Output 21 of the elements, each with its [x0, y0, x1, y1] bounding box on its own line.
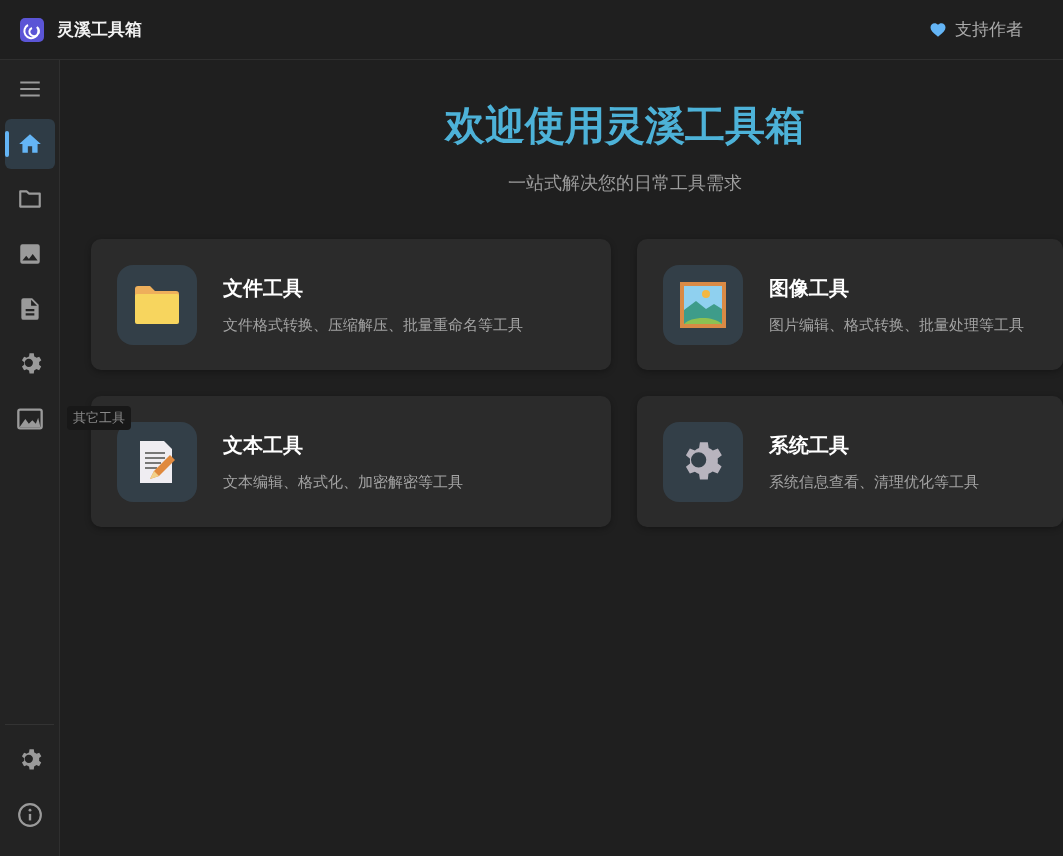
welcome-subtitle: 一站式解决您的日常工具需求	[506, 171, 743, 195]
welcome-heading: 欢迎使用灵溪工具箱	[443, 101, 806, 150]
support-author-button[interactable]: 支持作者	[925, 14, 1043, 45]
card-description: 文件格式转换、压缩解压、批量重命名等工具	[223, 315, 523, 335]
card-title: 文件工具	[223, 274, 304, 302]
folder-icon	[133, 284, 181, 325]
info-icon	[16, 802, 43, 828]
card-description: 图片编辑、格式转换、批量处理等工具	[769, 315, 1024, 335]
tool-card[interactable]: 图像工具 图片编辑、格式转换、批量处理等工具	[637, 239, 1063, 370]
sidebar-item[interactable]	[4, 119, 55, 169]
card-description: 文本编辑、格式化、加密解密等工具	[223, 472, 463, 492]
tool-card[interactable]: 系统工具 系统信息查看、清理优化等工具	[637, 396, 1063, 527]
card-description: 系统信息查看、清理优化等工具	[769, 472, 979, 492]
tool-card[interactable]: 文件工具 文件格式转换、压缩解压、批量重命名等工具	[91, 239, 611, 370]
card-title: 系统工具	[769, 431, 850, 459]
framed-landscape-icon	[680, 281, 726, 328]
card-title: 图像工具	[769, 274, 850, 302]
card-title: 文本工具	[223, 431, 304, 459]
heart-icon	[929, 20, 947, 39]
app-title: 灵溪工具箱	[57, 18, 142, 41]
app-logo-icon	[20, 17, 44, 42]
